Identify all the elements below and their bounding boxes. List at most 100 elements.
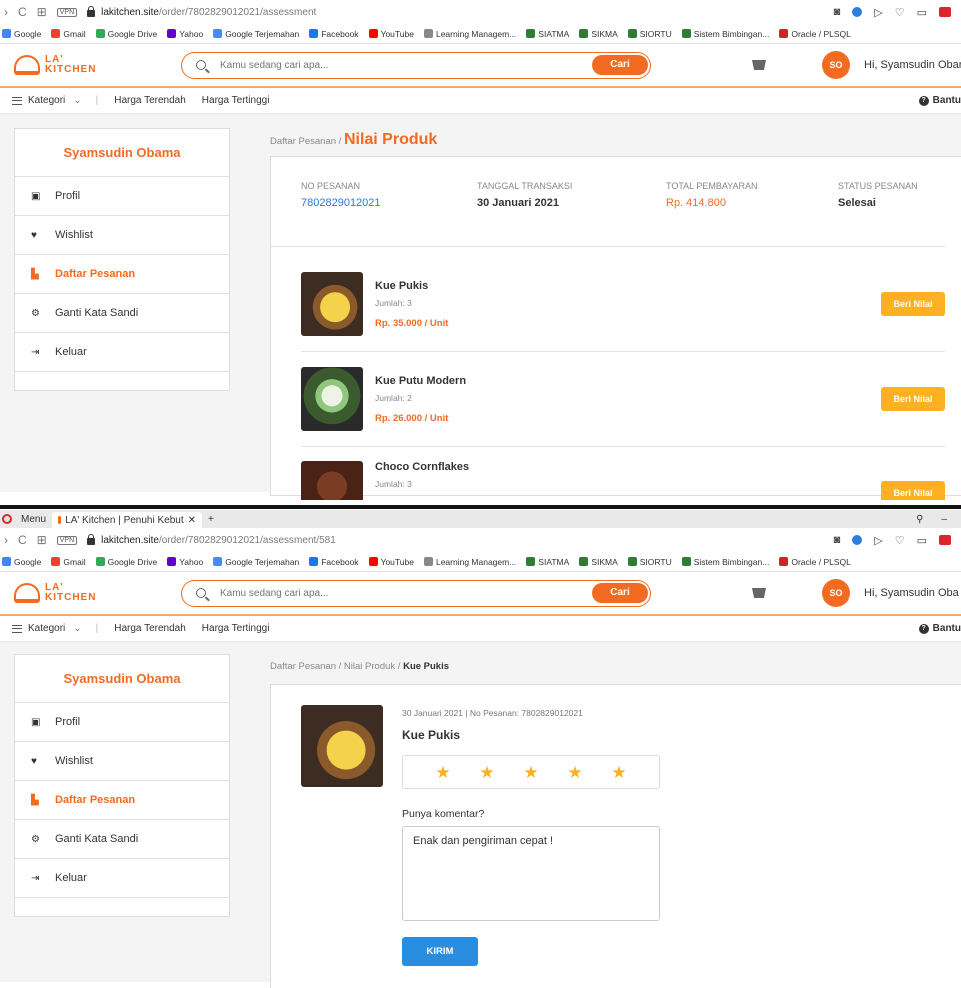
star-icon[interactable]: ★ bbox=[435, 764, 450, 781]
cart-icon[interactable] bbox=[752, 588, 766, 598]
avatar[interactable]: SO bbox=[822, 51, 850, 79]
bookmark-item[interactable]: Google Drive bbox=[95, 557, 157, 567]
bookmark-item[interactable]: YouTube bbox=[368, 29, 414, 39]
minimize-icon[interactable]: – bbox=[941, 514, 947, 525]
sidebar-item-wishlist[interactable]: ♥ Wishlist bbox=[15, 216, 229, 255]
shield-icon[interactable] bbox=[852, 535, 863, 545]
bookmark-item[interactable]: Oracle / PLSQL bbox=[779, 557, 851, 567]
star-icon[interactable]: ★ bbox=[479, 764, 494, 781]
bookmark-item[interactable]: Google bbox=[2, 29, 41, 39]
browser-menu[interactable]: Menu bbox=[15, 514, 52, 525]
sort-lowest-link[interactable]: Harga Terendah bbox=[114, 95, 186, 106]
url-text[interactable]: lakitchen.site/order/7802829012021/asses… bbox=[101, 535, 336, 546]
chevron-down-icon[interactable]: ⌄ bbox=[73, 95, 81, 106]
star-icon[interactable]: ★ bbox=[611, 764, 626, 781]
sidebar-item-keluar[interactable]: ⇥ Keluar bbox=[15, 333, 229, 372]
breadcrumb-parent[interactable]: Daftar Pesanan / bbox=[270, 136, 341, 147]
bookmark-item[interactable]: Yahoo bbox=[167, 29, 203, 39]
bookmark-item[interactable]: SIORTU bbox=[627, 557, 672, 567]
breadcrumb-parent[interactable]: Daftar Pesanan / Nilai Produk / bbox=[270, 661, 400, 672]
avatar[interactable]: SO bbox=[822, 579, 850, 607]
bookmark-item[interactable]: Google Terjemahan bbox=[213, 557, 299, 567]
vpn-badge[interactable]: VPN bbox=[56, 535, 78, 545]
opera-icon[interactable] bbox=[2, 514, 12, 524]
sort-highest-link[interactable]: Harga Tertinggi bbox=[202, 623, 270, 634]
sidebar-item-profil[interactable]: ▣ Profil bbox=[15, 703, 229, 742]
search-button[interactable]: Cari bbox=[592, 582, 648, 603]
bookmark-item[interactable]: SIORTU bbox=[627, 29, 672, 39]
category-dropdown[interactable]: Kategori bbox=[28, 623, 65, 634]
heart-outline-icon[interactable]: ♡ bbox=[895, 6, 905, 19]
extension-icon[interactable] bbox=[939, 535, 951, 545]
bookmark-item[interactable]: Google Drive bbox=[95, 29, 157, 39]
help-link[interactable]: ? Bantu bbox=[918, 623, 961, 634]
site-logo[interactable]: LA' KITCHEN bbox=[14, 583, 174, 603]
sidebar-item-ganti-kata-sandi[interactable]: ⚙ Ganti Kata Sandi bbox=[15, 820, 229, 859]
speed-dial-icon[interactable]: ⊞ bbox=[37, 5, 47, 19]
shield-icon[interactable] bbox=[852, 7, 863, 17]
extension-icon[interactable] bbox=[939, 7, 951, 17]
rate-product-button[interactable]: Beri Nilai bbox=[881, 387, 945, 411]
vpn-badge[interactable]: VPN bbox=[56, 7, 78, 17]
heart-outline-icon[interactable]: ♡ bbox=[895, 534, 905, 547]
forward-icon[interactable]: › bbox=[4, 5, 8, 19]
bookmark-item[interactable]: YouTube bbox=[368, 557, 414, 567]
bookmark-item[interactable]: Facebook bbox=[309, 557, 359, 567]
sidebar-item-ganti-kata-sandi[interactable]: ⚙ Ganti Kata Sandi bbox=[15, 294, 229, 333]
search-input[interactable] bbox=[220, 587, 560, 599]
search-input[interactable] bbox=[220, 59, 560, 71]
bookmark-item[interactable]: SIKMA bbox=[579, 29, 618, 39]
rate-product-button[interactable]: Beri Nilai bbox=[881, 481, 945, 500]
user-greeting[interactable]: Hi, Syamsudin Oba bbox=[864, 587, 959, 599]
reload-icon[interactable]: C bbox=[18, 533, 27, 547]
sort-highest-link[interactable]: Harga Tertinggi bbox=[202, 95, 270, 106]
send-icon[interactable]: ▷ bbox=[874, 6, 882, 19]
sidebar-item-keluar[interactable]: ⇥ Keluar bbox=[15, 859, 229, 898]
bookmark-item[interactable]: SIKMA bbox=[579, 557, 618, 567]
browser-tab[interactable]: LA' Kitchen | Penuhi Kebut ✕ bbox=[52, 512, 203, 528]
forward-icon[interactable]: › bbox=[4, 533, 8, 547]
url-text[interactable]: lakitchen.site/order/7802829012021/asses… bbox=[101, 7, 316, 18]
bookmark-item[interactable]: Sistem Bimbingan... bbox=[681, 29, 769, 39]
star-rating[interactable]: ★ ★ ★ ★ ★ bbox=[402, 755, 660, 789]
sort-lowest-link[interactable]: Harga Terendah bbox=[114, 623, 186, 634]
reload-icon[interactable]: C bbox=[18, 5, 27, 19]
site-logo[interactable]: LA' KITCHEN bbox=[14, 55, 174, 75]
bookmark-item[interactable]: Oracle / PLSQL bbox=[779, 29, 851, 39]
rate-product-button[interactable]: Beri Nilai bbox=[881, 292, 945, 316]
submit-button[interactable]: KIRIM bbox=[402, 937, 478, 966]
bookmark-item[interactable]: SIATMA bbox=[526, 29, 569, 39]
bookmark-item[interactable]: Learning Managem... bbox=[423, 557, 516, 567]
comment-field[interactable] bbox=[402, 826, 660, 921]
close-tab-icon[interactable]: ✕ bbox=[188, 515, 196, 526]
sidebar-item-daftar-pesanan[interactable]: ▙ Daftar Pesanan bbox=[15, 781, 229, 820]
chevron-down-icon[interactable]: ⌄ bbox=[73, 623, 81, 634]
sidebar-item-wishlist[interactable]: ♥ Wishlist bbox=[15, 742, 229, 781]
help-link[interactable]: ? Bantu bbox=[918, 95, 961, 106]
cart-icon[interactable] bbox=[752, 60, 766, 70]
send-icon[interactable]: ▷ bbox=[874, 534, 882, 547]
bookmark-item[interactable]: Facebook bbox=[309, 29, 359, 39]
search-tabs-icon[interactable]: ⚲ bbox=[916, 514, 923, 525]
bookmark-item[interactable]: Sistem Bimbingan... bbox=[681, 557, 769, 567]
category-dropdown[interactable]: Kategori bbox=[28, 95, 65, 106]
snapshot-icon[interactable]: ▭ bbox=[917, 534, 927, 547]
bookmark-item[interactable]: Learning Managem... bbox=[423, 29, 516, 39]
speed-dial-icon[interactable]: ⊞ bbox=[37, 533, 47, 547]
user-greeting[interactable]: Hi, Syamsudin Obar bbox=[864, 59, 961, 71]
sidebar-item-profil[interactable]: ▣ Profil bbox=[15, 177, 229, 216]
bookmark-item[interactable]: Yahoo bbox=[167, 557, 203, 567]
search-button[interactable]: Cari bbox=[592, 54, 648, 75]
new-tab-icon[interactable]: + bbox=[202, 514, 220, 525]
camera-icon[interactable]: ◙ bbox=[834, 534, 841, 546]
star-icon[interactable]: ★ bbox=[567, 764, 582, 781]
star-icon[interactable]: ★ bbox=[523, 764, 538, 781]
snapshot-icon[interactable]: ▭ bbox=[917, 6, 927, 19]
bookmark-item[interactable]: Gmail bbox=[51, 557, 86, 567]
bookmark-item[interactable]: Google Terjemahan bbox=[213, 29, 299, 39]
camera-icon[interactable]: ◙ bbox=[834, 6, 841, 18]
bookmark-item[interactable]: Google bbox=[2, 557, 41, 567]
sidebar-item-daftar-pesanan[interactable]: ▙ Daftar Pesanan bbox=[15, 255, 229, 294]
bookmark-item[interactable]: SIATMA bbox=[526, 557, 569, 567]
bookmark-item[interactable]: Gmail bbox=[51, 29, 86, 39]
